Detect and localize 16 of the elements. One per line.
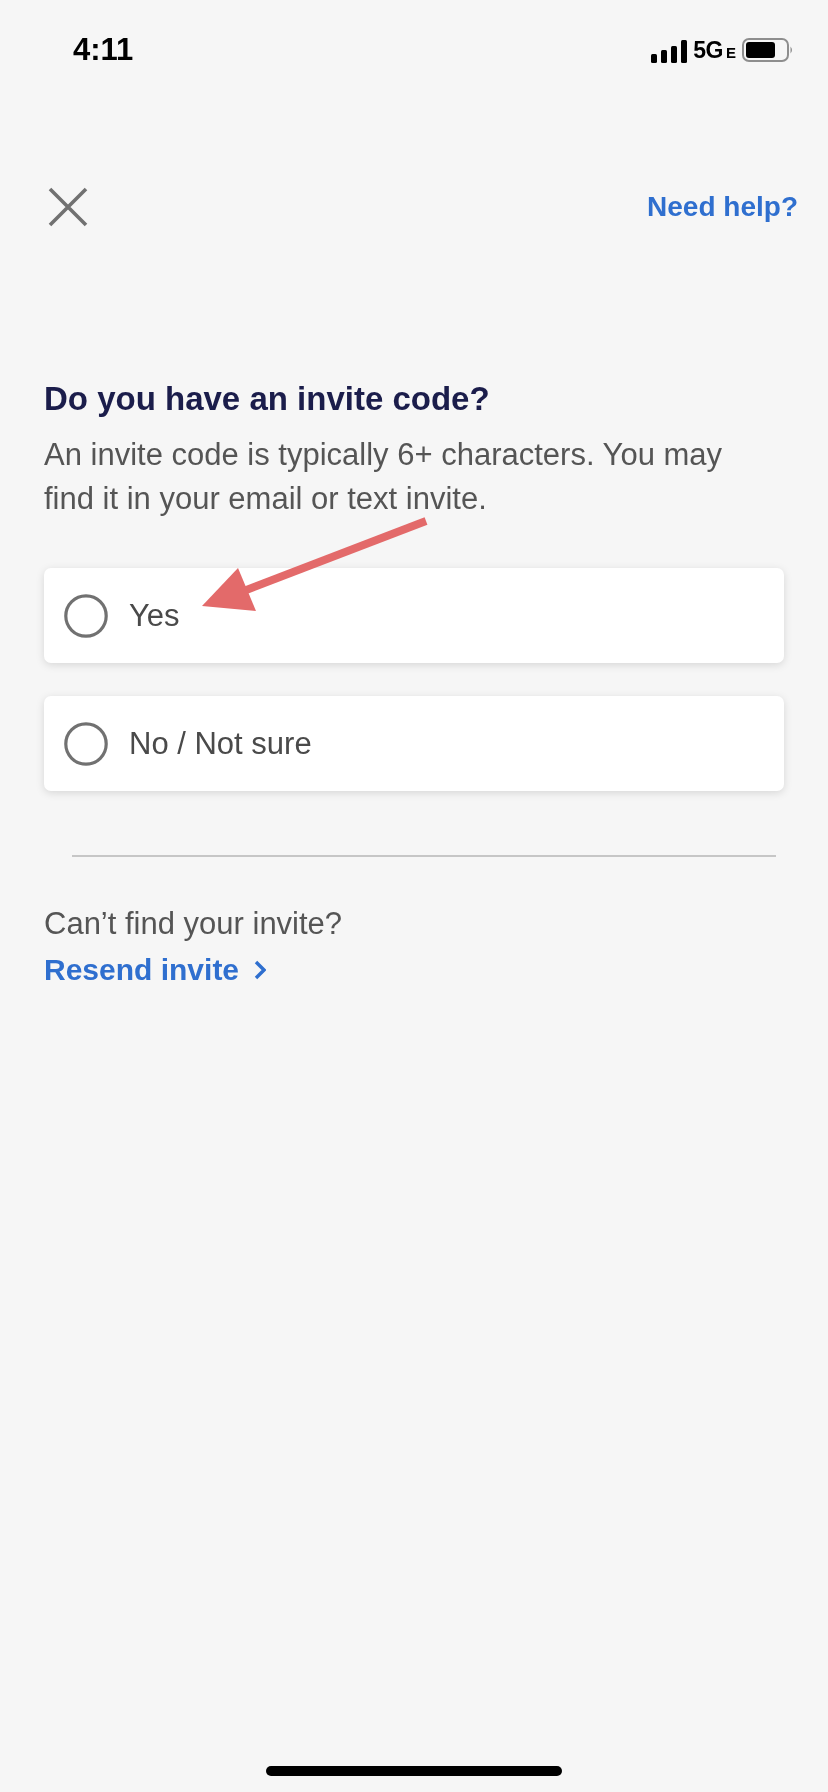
help-link[interactable]: Need help? [647, 190, 798, 224]
resend-invite-link[interactable]: Resend invite [44, 951, 267, 989]
help-prompt: Can’t find your invite? [44, 905, 343, 943]
radio-icon[interactable] [64, 593, 108, 638]
question-heading: Do you have an invite code? [44, 379, 490, 419]
network-label: 5G [693, 37, 723, 63]
network-suffix-label: E [726, 43, 736, 62]
clock-time: 4:11 [73, 32, 134, 68]
radio-option[interactable]: Yes [44, 568, 784, 663]
close-icon[interactable] [48, 187, 88, 227]
radio-option[interactable]: No / Not sure [44, 696, 784, 791]
battery-icon [742, 38, 794, 62]
chevron-right-icon [254, 960, 267, 980]
radio-icon[interactable] [64, 721, 108, 766]
signal-icon [651, 39, 688, 63]
question-description: An invite code is typically 6+ characters. You may find it in your email or text invite. [44, 436, 724, 518]
